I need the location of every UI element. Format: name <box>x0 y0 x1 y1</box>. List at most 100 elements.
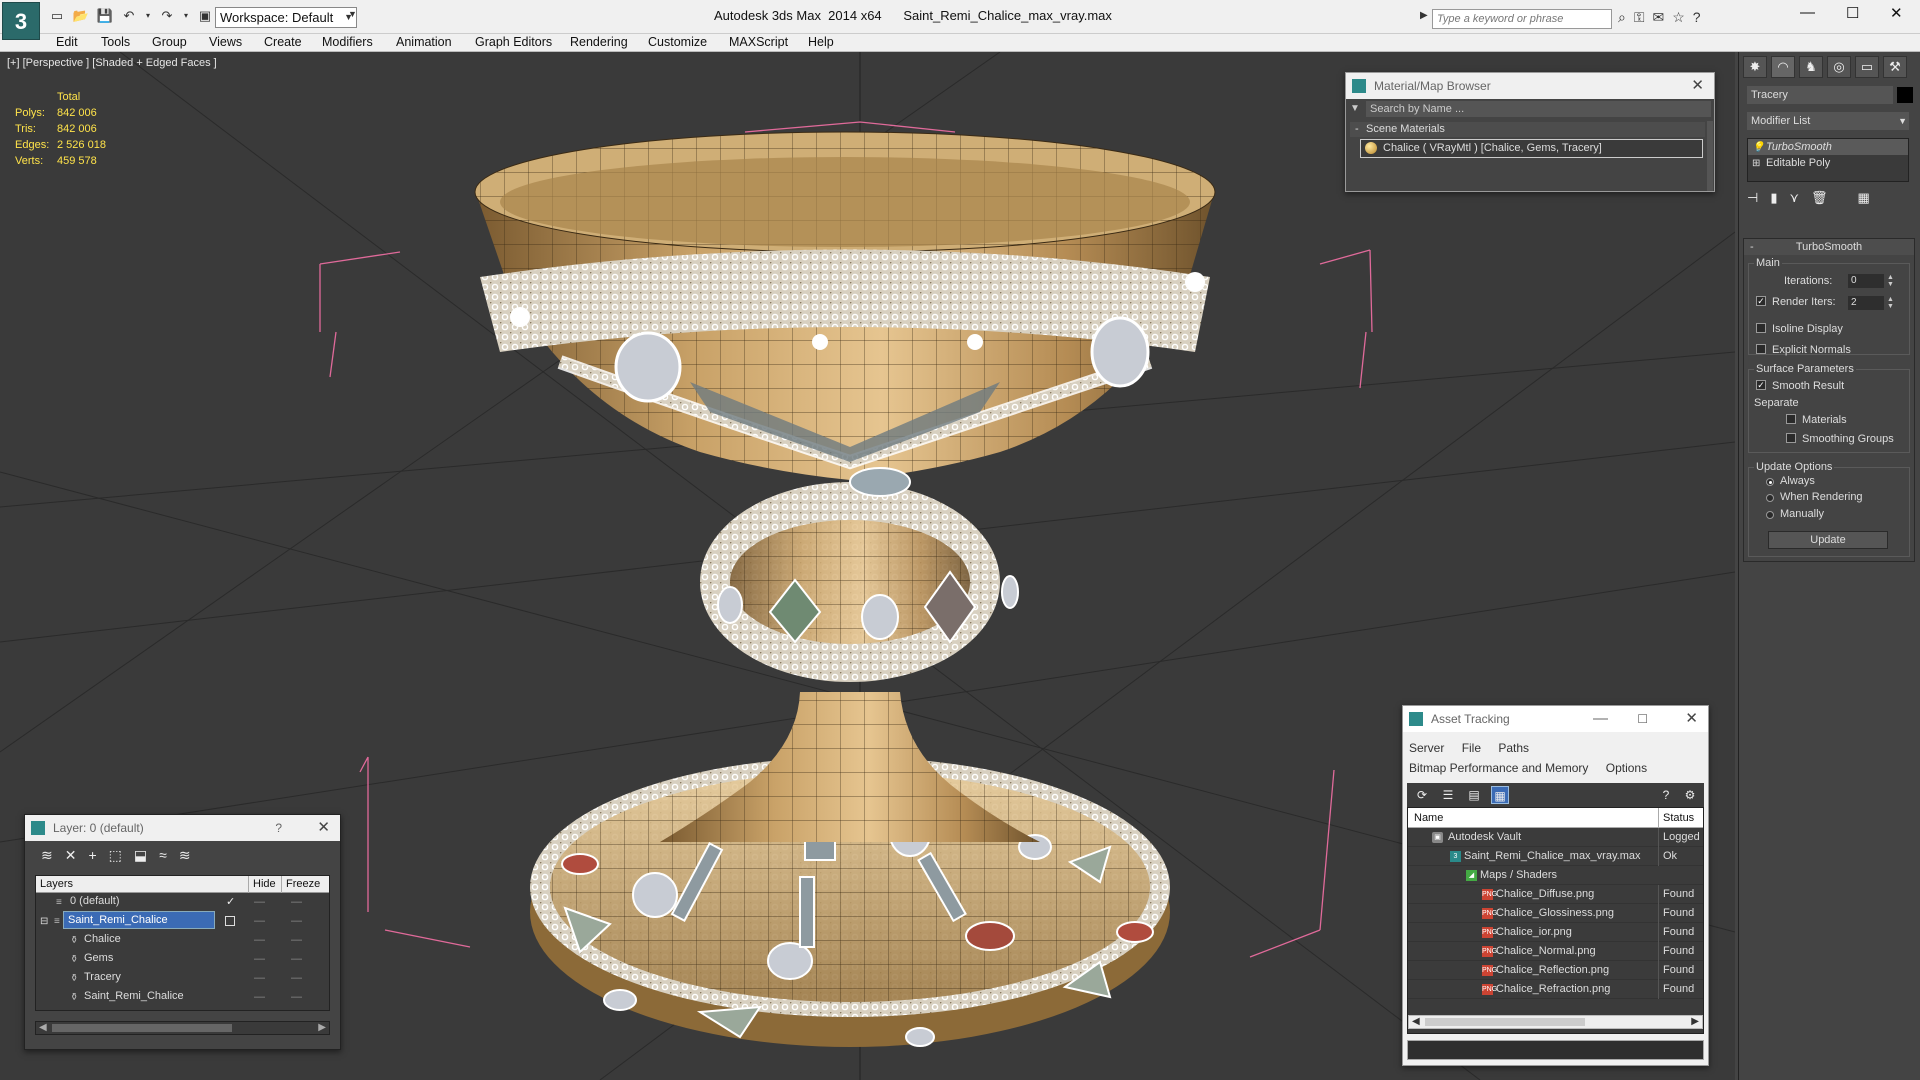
workspace-select[interactable]: Workspace: Default ▼ <box>215 7 357 28</box>
update-manually-radio[interactable] <box>1766 511 1774 519</box>
binoculars-icon[interactable]: ⌕ <box>1618 9 1626 26</box>
layers-icon[interactable]: ≋ <box>41 847 53 864</box>
menu-views[interactable]: Views <box>209 35 242 49</box>
col-hide[interactable]: Hide <box>248 876 276 893</box>
favorites-star-icon[interactable]: ☆ <box>1672 9 1685 26</box>
maximize-icon[interactable]: ☐ <box>1637 706 1648 732</box>
update-button[interactable]: Update <box>1768 531 1888 549</box>
object-color-swatch[interactable] <box>1897 87 1913 103</box>
col-freeze[interactable]: Freeze <box>281 876 320 893</box>
maximize-window-icon[interactable]: ☐ <box>1846 4 1859 22</box>
menu-file[interactable]: File <box>1462 741 1481 755</box>
help-icon[interactable]: ? <box>1657 786 1675 804</box>
menu-rendering[interactable]: Rendering <box>570 35 628 49</box>
menu-customize[interactable]: Customize <box>648 35 707 49</box>
material-browser-titlebar[interactable]: Material/Map Browser ✕ <box>1346 73 1714 99</box>
menu-tools[interactable]: Tools <box>101 35 130 49</box>
new-file-icon[interactable]: ▭ <box>48 7 66 25</box>
scroll-left-icon[interactable]: ◀ <box>39 1022 47 1034</box>
menu-modifiers[interactable]: Modifiers <box>322 35 373 49</box>
asset-row[interactable]: ◢ Maps / Shaders <box>1408 866 1703 885</box>
highlight-selected-icon[interactable]: ⬓ <box>134 847 147 864</box>
col-layers[interactable]: Layers <box>40 876 73 893</box>
browser-options-chevron-icon[interactable]: ▼ <box>1350 103 1360 114</box>
key-icon[interactable]: ⚿ <box>1634 9 1645 26</box>
freeze-toggle[interactable]: — <box>291 950 302 969</box>
separate-materials-checkbox[interactable] <box>1786 414 1796 424</box>
refresh-icon[interactable]: ⟳ <box>1413 786 1431 804</box>
asset-path-field[interactable] <box>1407 1040 1704 1060</box>
viewport-label[interactable]: [+] [Perspective ] [Shaded + Edged Faces… <box>7 57 217 69</box>
menu-edit[interactable]: Edit <box>56 35 78 49</box>
minimize-window-icon[interactable]: — <box>1800 4 1815 21</box>
asset-row[interactable]: ▣ Autodesk Vault Logged <box>1408 828 1703 847</box>
col-name[interactable]: Name <box>1414 808 1443 828</box>
expand-plus-icon[interactable]: ⊞ <box>1752 156 1760 172</box>
communication-center-icon[interactable]: ✉ <box>1653 9 1665 26</box>
freeze-all-layers-icon[interactable]: ≋ <box>179 847 191 864</box>
undo-dropdown-icon[interactable]: ▾ <box>144 7 152 25</box>
set-active-layer-box-icon[interactable] <box>225 916 235 926</box>
select-objects-in-layer-icon[interactable]: ⬚ <box>109 847 122 864</box>
menu-bitmap-performance[interactable]: Bitmap Performance and Memory <box>1409 761 1588 775</box>
render-iters-spinner[interactable]: 2 <box>1848 296 1884 310</box>
scrollbar-thumb[interactable] <box>1425 1018 1585 1026</box>
asset-row[interactable]: PNG Chalice_ior.png Found <box>1408 923 1703 942</box>
close-window-icon[interactable]: ✕ <box>1890 4 1903 22</box>
material-item[interactable]: Chalice ( VRayMtl ) [Chalice, Gems, Trac… <box>1360 139 1703 158</box>
collapse-minus-icon[interactable]: ⊟ <box>40 912 48 931</box>
hide-toggle[interactable]: — <box>254 912 265 931</box>
asset-list-hscrollbar[interactable]: ◀ ▶ <box>1408 1015 1703 1029</box>
options-icon[interactable]: ⚙ <box>1681 786 1699 804</box>
render-iters-checkbox[interactable]: ✓ <box>1756 296 1766 306</box>
iterations-spinner[interactable]: 0 <box>1848 274 1884 288</box>
stack-item-editable-poly[interactable]: ⊞ Editable Poly <box>1748 155 1908 171</box>
asset-row[interactable]: PNG Chalice_Reflection.png Found <box>1408 961 1703 980</box>
asset-row[interactable]: PNG Chalice_Normal.png Found <box>1408 942 1703 961</box>
freeze-toggle[interactable]: — <box>291 969 302 988</box>
isoline-display-checkbox[interactable] <box>1756 323 1766 333</box>
freeze-toggle[interactable]: — <box>291 893 302 912</box>
col-status[interactable]: Status <box>1658 808 1694 828</box>
hide-toggle[interactable]: — <box>254 893 265 912</box>
help-icon[interactable]: ? <box>275 815 282 841</box>
scroll-right-icon[interactable]: ▶ <box>318 1022 326 1034</box>
redo-dropdown-icon[interactable]: ▾ <box>182 7 190 25</box>
hierarchy-tab-icon[interactable]: ♞ <box>1799 56 1823 78</box>
menu-help[interactable]: Help <box>808 35 834 49</box>
hide-all-layers-icon[interactable]: ≈ <box>159 847 167 864</box>
keyword-search-input[interactable]: Type a keyword or phrase <box>1432 9 1612 29</box>
layer-row[interactable]: ⊟ ≡ Saint_Remi_Chalice — — <box>36 911 329 931</box>
menu-group[interactable]: Group <box>152 35 187 49</box>
freeze-toggle[interactable]: — <box>291 912 302 931</box>
close-icon[interactable]: ✕ <box>1691 73 1704 99</box>
project-folder-icon[interactable]: ▣ <box>196 7 214 25</box>
hide-toggle[interactable]: — <box>254 950 265 969</box>
update-when-rendering-radio[interactable] <box>1766 494 1774 502</box>
browser-scrollbar[interactable] <box>1707 121 1713 191</box>
freeze-toggle[interactable]: — <box>291 931 302 950</box>
spinner-arrows-icon[interactable]: ▲ ▼ <box>1887 274 1894 288</box>
help-icon[interactable]: ? <box>1693 9 1701 26</box>
freeze-toggle[interactable]: — <box>291 988 302 1007</box>
undo-icon[interactable]: ↶ <box>120 7 138 25</box>
update-always-radio[interactable] <box>1766 478 1774 486</box>
object-name-field[interactable]: Tracery <box>1747 86 1893 104</box>
asset-row[interactable]: PNG Chalice_Refraction.png Found <box>1408 980 1703 999</box>
show-end-result-icon[interactable]: ▮ <box>1770 190 1777 206</box>
stack-item-turbosmooth[interactable]: 💡 TurboSmooth <box>1748 139 1908 155</box>
menu-paths[interactable]: Paths <box>1498 741 1529 755</box>
menu-graph-editors[interactable]: Graph Editors <box>475 35 552 49</box>
layer-row[interactable]: ⚱ Tracery — — <box>36 969 329 988</box>
redo-icon[interactable]: ↷ <box>158 7 176 25</box>
turbosmooth-rollout-header[interactable]: - TurboSmooth <box>1744 239 1914 255</box>
layer-panel-titlebar[interactable]: Layer: 0 (default) ? ✕ <box>25 815 340 841</box>
scroll-left-icon[interactable]: ◀ <box>1412 1016 1420 1028</box>
hide-toggle[interactable]: — <box>254 969 265 988</box>
make-unique-icon[interactable]: ⋎ <box>1789 190 1799 206</box>
display-tab-icon[interactable]: ▭ <box>1855 56 1879 78</box>
layer-list-hscrollbar[interactable]: ◀ ▶ <box>35 1021 330 1035</box>
info-center-arrow-icon[interactable]: ▶ <box>1420 10 1428 21</box>
menu-options[interactable]: Options <box>1606 761 1647 775</box>
list-view-icon[interactable]: ☰ <box>1439 786 1457 804</box>
